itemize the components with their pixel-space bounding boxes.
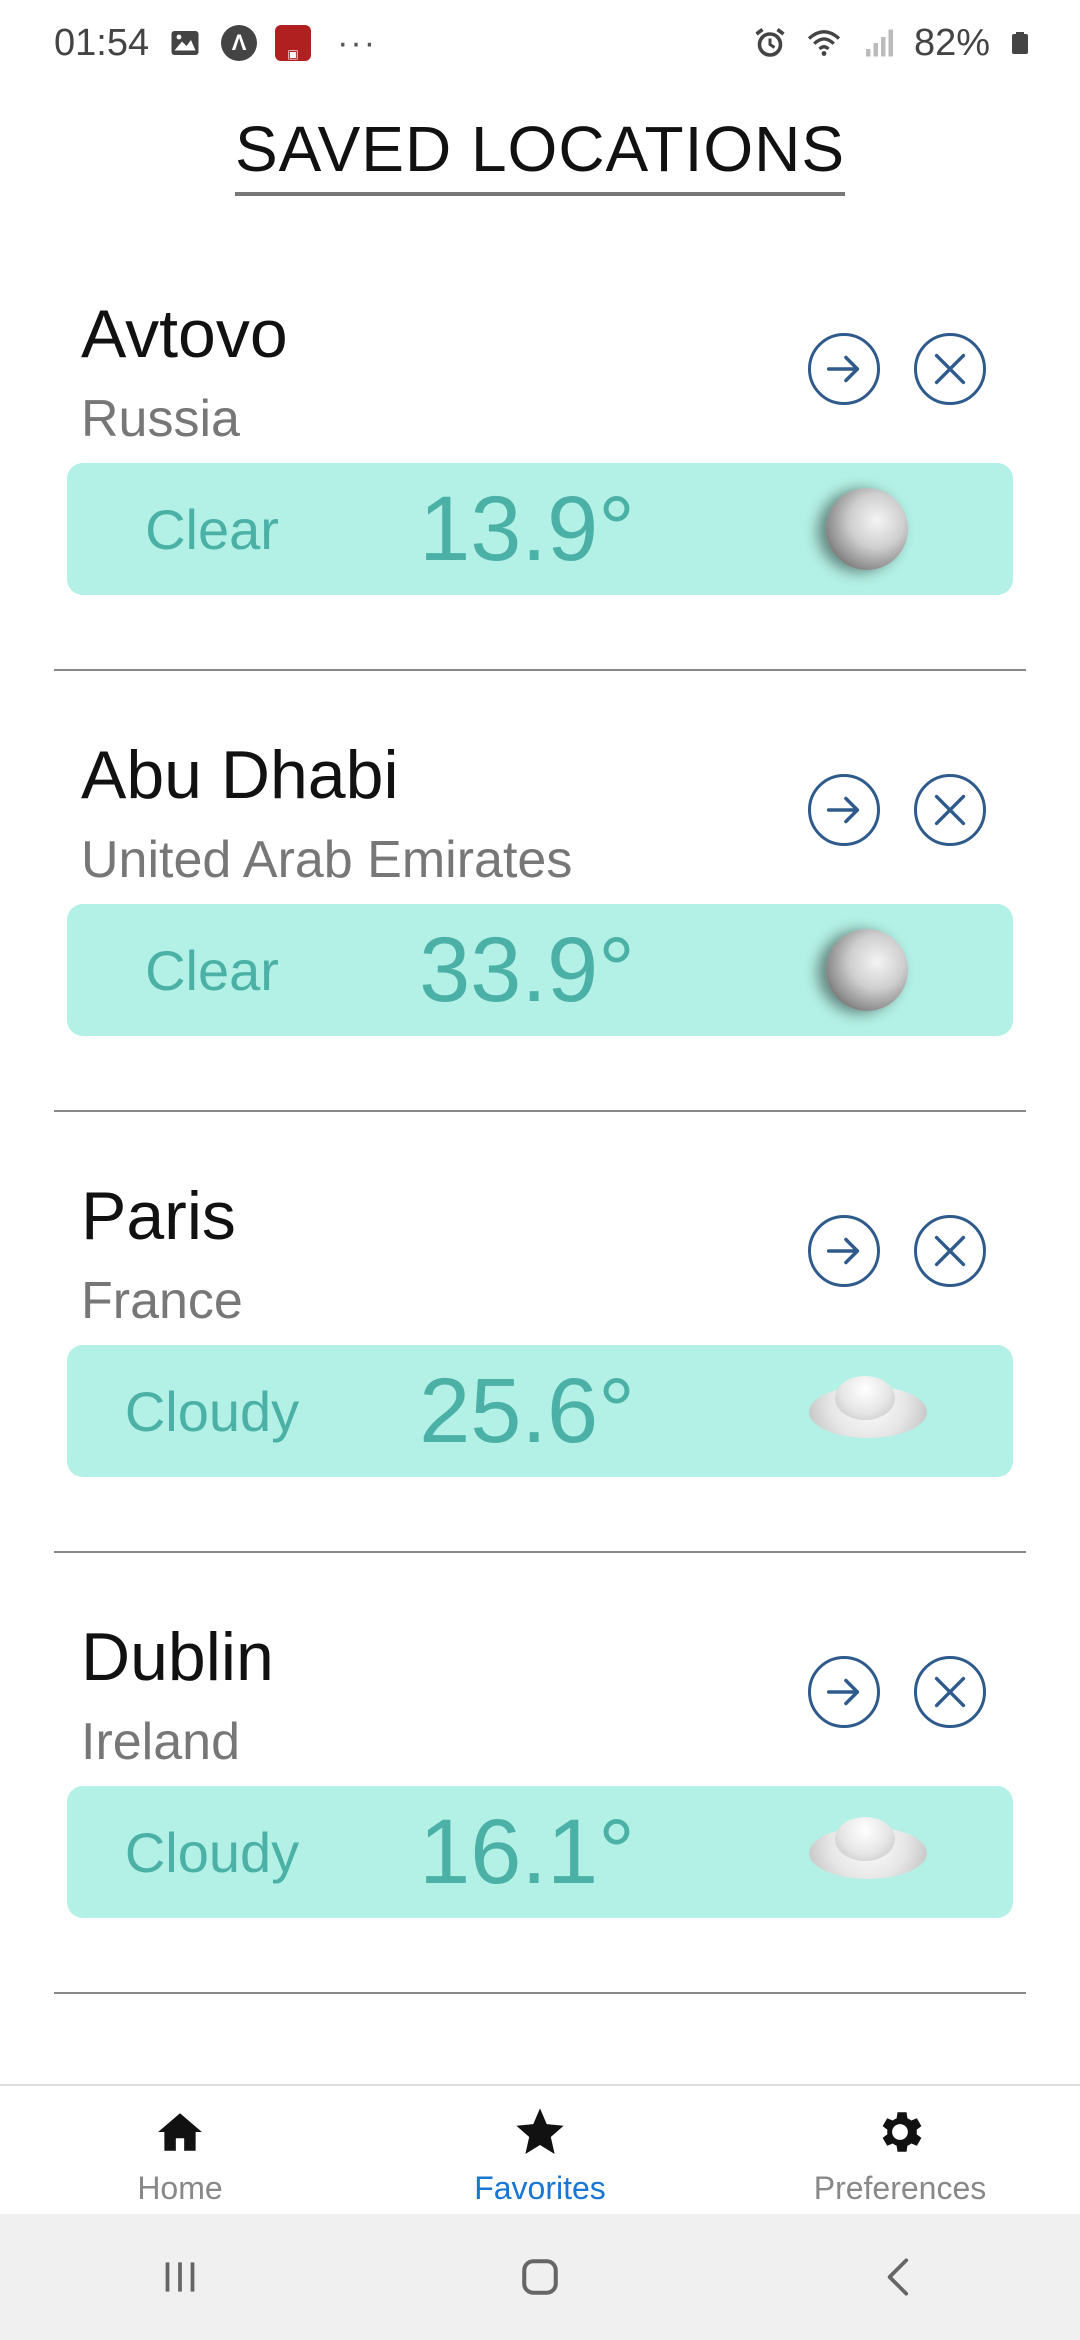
gallery-icon [171, 31, 199, 55]
temperature: 33.9° [419, 918, 635, 1021]
back-button[interactable] [830, 2237, 970, 2317]
nav-favorites[interactable]: Favorites [360, 2086, 720, 2214]
nav-home-label: Home [137, 2170, 223, 2206]
moon-icon [826, 488, 908, 570]
nav-favorites-label: Favorites [474, 2170, 606, 2206]
remove-location-button[interactable] [914, 333, 986, 405]
close-icon [934, 353, 966, 385]
arrow-right-icon [826, 796, 860, 824]
pdf-app-icon: ▣ [275, 25, 312, 61]
weather-condition: Cloudy [124, 1820, 300, 1884]
page-title: SAVED LOCATIONS [0, 112, 1080, 196]
weather-summary: Clear 33.9° [67, 904, 1013, 1036]
battery-percent: 82% [913, 21, 990, 64]
home-square-icon [522, 2259, 558, 2295]
back-chevron-icon [887, 2258, 909, 2296]
city-name: Paris [81, 1178, 236, 1254]
status-bar: 01:54 Λ ▣ ··· 82% [0, 0, 1080, 86]
country-name: Ireland [81, 1713, 240, 1771]
temperature: 25.6° [419, 1359, 635, 1462]
divider [54, 1551, 1026, 1553]
country-name: France [81, 1272, 243, 1330]
home-system-button[interactable] [470, 2237, 610, 2317]
divider [54, 1110, 1026, 1112]
app-notification-icon: Λ [221, 25, 258, 61]
recent-apps-button[interactable] [110, 2237, 250, 2317]
alarm-icon [755, 28, 785, 57]
country-name: Russia [81, 390, 240, 448]
wifi-icon [807, 30, 841, 56]
gear-icon [882, 2112, 922, 2152]
weather-summary: Clear 13.9° [67, 463, 1013, 595]
weather-summary: Cloudy 16.1° [67, 1786, 1013, 1918]
system-navigation-bar [0, 2214, 1080, 2340]
weather-condition: Cloudy [124, 1379, 300, 1443]
weather-summary: Cloudy 25.6° [67, 1345, 1013, 1477]
close-icon [934, 794, 966, 826]
open-location-button[interactable] [808, 774, 880, 846]
nav-home[interactable]: Home [0, 2086, 360, 2214]
remove-location-button[interactable] [914, 1656, 986, 1728]
temperature: 16.1° [419, 1800, 635, 1903]
temperature: 13.9° [419, 477, 635, 580]
arrow-right-icon [826, 1678, 860, 1706]
city-name: Avtovo [81, 296, 288, 372]
remove-location-button[interactable] [914, 1215, 986, 1287]
status-time: 01:54 [54, 21, 150, 64]
star-icon [516, 2108, 564, 2155]
home-icon [158, 2113, 202, 2151]
remove-location-button[interactable] [914, 774, 986, 846]
cloud-icon [801, 1817, 933, 1887]
battery-icon [1012, 32, 1028, 54]
weather-condition: Clear [145, 938, 279, 1002]
recent-apps-icon [165, 2262, 195, 2292]
nav-preferences-label: Preferences [813, 2170, 987, 2206]
divider [54, 1992, 1026, 1994]
close-icon [934, 1676, 966, 1708]
moon-icon [826, 929, 908, 1011]
arrow-right-icon [826, 355, 860, 383]
cloud-icon [801, 1376, 933, 1446]
close-icon [934, 1235, 966, 1267]
arrow-right-icon [826, 1237, 860, 1265]
city-name: Abu Dhabi [81, 737, 399, 813]
bottom-navigation: Home Favorites Preferences [0, 2084, 1080, 2214]
more-notifications-icon: ··· [337, 23, 378, 62]
open-location-button[interactable] [808, 1656, 880, 1728]
nav-preferences[interactable]: Preferences [720, 2086, 1080, 2214]
open-location-button[interactable] [808, 333, 880, 405]
open-location-button[interactable] [808, 1215, 880, 1287]
weather-condition: Clear [145, 497, 279, 561]
page-title-text: SAVED LOCATIONS [234, 112, 846, 196]
signal-icon [865, 29, 893, 57]
country-name: United Arab Emirates [81, 831, 573, 889]
city-name: Dublin [81, 1619, 274, 1695]
divider [54, 669, 1026, 671]
